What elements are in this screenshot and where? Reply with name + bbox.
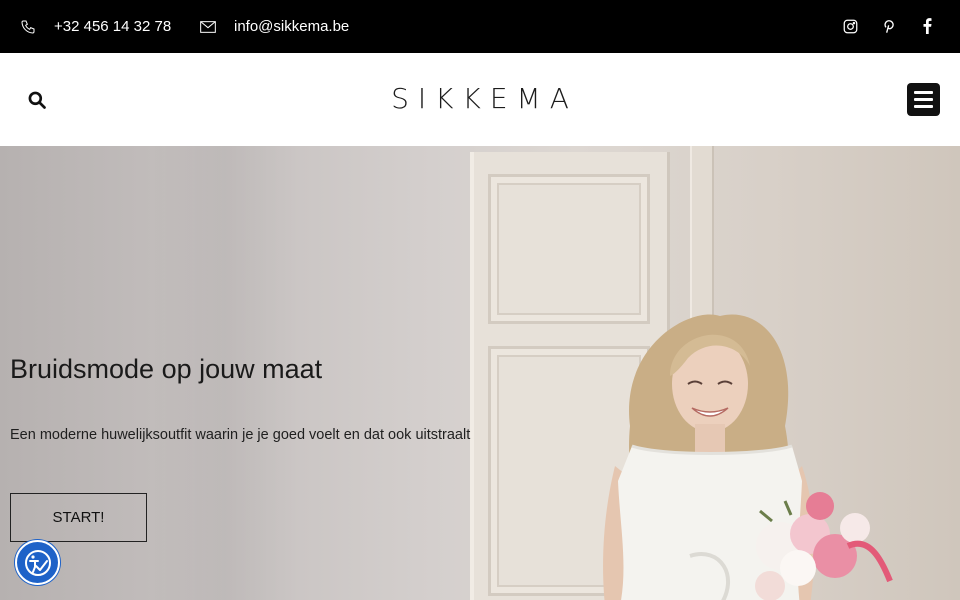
facebook-icon[interactable] [917, 16, 937, 36]
hero-title: Bruidsmode op jouw maat [10, 354, 323, 384]
accessibility-icon[interactable] [15, 540, 60, 585]
site-logo[interactable]: SIKKEMA [0, 82, 960, 115]
email-link[interactable]: info@sikkema.be [200, 0, 349, 53]
hero-subtitle: Een moderne huwelijksoutfit waarin je je… [10, 427, 471, 443]
instagram-icon[interactable] [840, 16, 860, 36]
site-header: SIKKEMA [0, 53, 960, 146]
phone-link[interactable]: +32 456 14 32 78 [20, 0, 171, 53]
email-address[interactable]: info@sikkema.be [234, 18, 349, 35]
pinterest-icon[interactable] [878, 16, 898, 36]
envelope-icon [200, 20, 216, 33]
menu-icon[interactable] [907, 83, 940, 116]
hero-section: Bruidsmode op jouw maat Een moderne huwe… [0, 146, 960, 600]
top-bar: +32 456 14 32 78 info@sikkema.be [0, 0, 960, 53]
phone-icon [21, 20, 35, 34]
start-button[interactable]: START! [10, 493, 147, 542]
phone-number[interactable]: +32 456 14 32 78 [54, 18, 171, 35]
bride-photo [603, 314, 893, 600]
